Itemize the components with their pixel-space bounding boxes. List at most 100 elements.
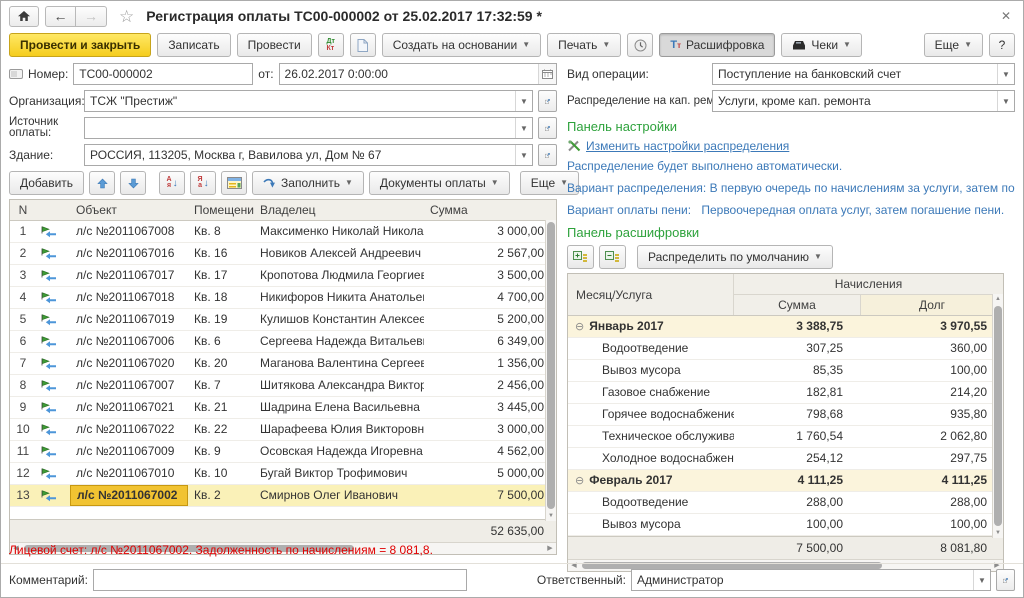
operation-kind-dropdown-icon[interactable]: ▼ <box>997 64 1014 84</box>
cell-sum[interactable]: 4 562,00 <box>424 441 556 462</box>
cell-accrual-sum[interactable]: 4 111,25 <box>734 470 861 491</box>
table-row[interactable]: 11л/с №2011067009Кв. 9Осовская Надежда И… <box>10 441 556 463</box>
cell-accrual-debt[interactable]: 214,20 <box>861 382 1003 403</box>
change-distribution-settings-link[interactable]: Изменить настройки распределения <box>586 139 789 153</box>
col-object[interactable]: Объект <box>70 200 188 220</box>
document-structure-button[interactable] <box>350 33 376 57</box>
organization-open-button[interactable] <box>538 90 557 112</box>
cell-owner[interactable]: Маганова Валентина Сергеевна <box>254 353 424 374</box>
cell-owner[interactable]: Кулишов Константин Алексеевич <box>254 309 424 330</box>
cell-sum[interactable]: 3 000,00 <box>424 419 556 440</box>
table-row[interactable]: 1л/с №2011067008Кв. 8Максименко Николай … <box>10 221 556 243</box>
date-field[interactable]: 26.02.2017 0:00:00 <box>279 63 557 85</box>
cell-object[interactable]: л/с №2011067019 <box>70 309 188 330</box>
capital-repair-value[interactable]: Услуги, кроме кап. ремонта <box>713 91 997 111</box>
number-value[interactable]: ТС00-000002 <box>74 64 252 84</box>
cell-month-service[interactable]: Горячее водоснабжение <box>568 404 734 425</box>
cell-month-service[interactable]: Водоотведение <box>568 338 734 359</box>
cell-room[interactable]: Кв. 18 <box>188 287 254 308</box>
cell-accrual-debt[interactable]: 4 111,25 <box>861 470 1003 491</box>
cell-accrual-sum[interactable]: 85,35 <box>734 360 861 381</box>
cell-object[interactable]: л/с №2011067002 <box>70 485 188 506</box>
table-row[interactable]: 13л/с №2011067002Кв. 2Смирнов Олег Ивано… <box>10 485 556 507</box>
cell-room[interactable]: Кв. 8 <box>188 221 254 242</box>
cell-room[interactable]: Кв. 10 <box>188 463 254 484</box>
cell-owner[interactable]: Шарафеева Юлия Викторовна <box>254 419 424 440</box>
payment-source-open-button[interactable] <box>538 117 557 139</box>
collapse-icon[interactable]: ⊖ <box>575 321 584 333</box>
col-owner[interactable]: Владелец <box>254 200 424 220</box>
cell-object[interactable]: л/с №2011067021 <box>70 397 188 418</box>
number-field[interactable]: ТС00-000002 <box>73 63 253 85</box>
post-and-close-button[interactable]: Провести и закрыть <box>9 33 151 57</box>
cell-month-service[interactable]: Холодное водоснабжение <box>568 448 734 469</box>
col-group-accruals[interactable]: Начисления <box>734 274 1003 295</box>
dtkt-button[interactable]: ДтКт <box>318 33 344 57</box>
responsible-value[interactable]: Администратор <box>632 570 973 590</box>
more-button[interactable]: Еще▼ <box>924 33 983 57</box>
cell-owner[interactable]: Сергеева Надежда Витальевна <box>254 331 424 352</box>
responsible-open-button[interactable] <box>996 569 1015 591</box>
cell-object[interactable]: л/с №2011067016 <box>70 243 188 264</box>
decode-button[interactable]: Тт Расшифровка <box>659 33 775 57</box>
cell-accrual-debt[interactable]: 100,00 <box>861 360 1003 381</box>
cell-object[interactable]: л/с №2011067006 <box>70 331 188 352</box>
home-button[interactable] <box>9 6 39 27</box>
cell-room[interactable]: Кв. 17 <box>188 265 254 286</box>
cell-month-service[interactable]: Газовое снабжение <box>568 382 734 403</box>
forward-button[interactable]: → <box>76 6 107 27</box>
col-room[interactable]: Помещение <box>188 200 254 220</box>
cell-sum[interactable]: 3 000,00 <box>424 221 556 242</box>
panel-settings-button[interactable] <box>221 171 247 195</box>
sort-ascending-button[interactable]: Ая↓ <box>159 171 185 195</box>
cell-owner[interactable]: Новиков Алексей Андреевич <box>254 243 424 264</box>
operation-kind-field[interactable]: Поступление на банковский счет ▼ <box>712 63 1015 85</box>
cell-room[interactable]: Кв. 7 <box>188 375 254 396</box>
cell-room[interactable]: Кв. 22 <box>188 419 254 440</box>
breakdown-row[interactable]: Техническое обслуживание1 760,542 062,80 <box>568 426 1003 448</box>
cell-room[interactable]: Кв. 2 <box>188 485 254 506</box>
table-row[interactable]: 2л/с №2011067016Кв. 16Новиков Алексей Ан… <box>10 243 556 265</box>
cell-accrual-debt[interactable]: 360,00 <box>861 338 1003 359</box>
cell-owner[interactable]: Никифоров Никита Анатольевич <box>254 287 424 308</box>
calendar-icon[interactable] <box>538 64 556 84</box>
organization-dropdown-icon[interactable]: ▼ <box>515 91 532 111</box>
cell-accrual-debt[interactable]: 288,00 <box>861 492 1003 513</box>
breakdown-row[interactable]: ⊖Январь 20173 388,753 970,55 <box>568 316 1003 338</box>
capital-repair-field[interactable]: Услуги, кроме кап. ремонта ▼ <box>712 90 1015 112</box>
building-dropdown-icon[interactable]: ▼ <box>515 145 532 165</box>
cell-room[interactable]: Кв. 16 <box>188 243 254 264</box>
cell-room[interactable]: Кв. 9 <box>188 441 254 462</box>
cell-accrual-debt[interactable]: 100,00 <box>861 514 1003 535</box>
cell-accrual-sum[interactable]: 1 760,54 <box>734 426 861 447</box>
cell-month-service[interactable]: Вывоз мусора <box>568 514 734 535</box>
building-field[interactable]: РОССИЯ, 113205, Москва г, Вавилова ул, Д… <box>84 144 533 166</box>
cell-sum[interactable]: 1 356,00 <box>424 353 556 374</box>
cell-owner[interactable]: Смирнов Олег Иванович <box>254 485 424 506</box>
cell-object[interactable]: л/с №2011067008 <box>70 221 188 242</box>
create-based-on-button[interactable]: Создать на основании▼ <box>382 33 541 57</box>
cell-owner[interactable]: Шадрина Елена Васильевна <box>254 397 424 418</box>
payment-source-input[interactable] <box>85 118 515 138</box>
cell-sum[interactable]: 3 500,00 <box>424 265 556 286</box>
cell-owner[interactable]: Осовская Надежда Игоревна <box>254 441 424 462</box>
comment-field[interactable] <box>93 569 467 591</box>
payment-docs-button[interactable]: Документы оплаты▼ <box>369 171 510 195</box>
breakdown-row[interactable]: Горячее водоснабжение798,68935,80 <box>568 404 1003 426</box>
breakdown-row[interactable]: Вывоз мусора85,35100,00 <box>568 360 1003 382</box>
post-button[interactable]: Провести <box>237 33 312 57</box>
cell-accrual-sum[interactable]: 3 388,75 <box>734 316 861 337</box>
cell-room[interactable]: Кв. 19 <box>188 309 254 330</box>
capital-repair-dropdown-icon[interactable]: ▼ <box>997 91 1014 111</box>
print-button[interactable]: Печать▼ <box>547 33 621 57</box>
cell-object[interactable]: л/с №2011067020 <box>70 353 188 374</box>
cell-accrual-sum[interactable]: 182,81 <box>734 382 861 403</box>
cell-sum[interactable]: 7 500,00 <box>424 485 556 506</box>
col-accrual-debt[interactable]: Долг <box>861 295 1003 315</box>
table-row[interactable]: 10л/с №2011067022Кв. 22Шарафеева Юлия Ви… <box>10 419 556 441</box>
cell-room[interactable]: Кв. 20 <box>188 353 254 374</box>
cell-owner[interactable]: Шитякова Александра Викторовна <box>254 375 424 396</box>
operation-kind-value[interactable]: Поступление на банковский счет <box>713 64 997 84</box>
organization-value[interactable]: ТСЖ "Престиж" <box>85 91 515 111</box>
cell-sum[interactable]: 6 349,00 <box>424 331 556 352</box>
